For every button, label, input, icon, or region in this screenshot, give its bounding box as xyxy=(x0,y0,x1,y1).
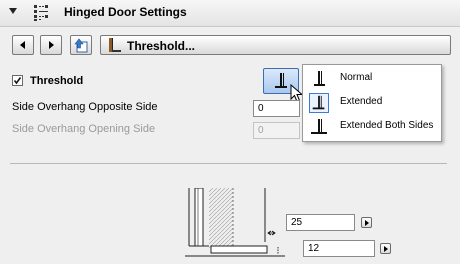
field-label-opening: Side Overhang Opening Side xyxy=(12,123,156,135)
menu-item-extended[interactable]: Extended xyxy=(303,91,441,115)
next-page-button[interactable] xyxy=(40,35,62,55)
page-list-button[interactable] xyxy=(70,35,92,55)
menu-item-label: Extended Both Sides xyxy=(340,120,434,131)
threshold-type-menu: Normal Extended Extended Both Sides xyxy=(302,64,442,142)
field-label-opposite: Side Overhang Opposite Side xyxy=(12,101,158,113)
panel-title: Threshold... xyxy=(127,39,196,53)
threshold-normal-icon xyxy=(314,71,325,86)
threshold-width-input[interactable]: 25 xyxy=(286,214,355,231)
settings-title: Hinged Door Settings xyxy=(64,5,187,19)
menu-item-extended-both[interactable]: Extended Both Sides xyxy=(303,115,441,139)
overhang-opening-input: 0 xyxy=(253,122,300,139)
menu-item-label: Extended xyxy=(340,96,383,107)
threshold-extended-both-icon xyxy=(311,119,327,134)
threshold-height-input[interactable]: 12 xyxy=(303,240,375,257)
arrow-right-icon xyxy=(49,41,54,49)
threshold-extended-icon xyxy=(309,93,329,113)
menu-item-normal[interactable]: Normal xyxy=(303,67,441,91)
threshold-normal-icon xyxy=(275,73,287,88)
width-stepper-button[interactable] xyxy=(361,217,372,228)
panel-select-button[interactable]: Threshold... xyxy=(100,35,451,55)
threshold-section-diagram xyxy=(185,188,285,257)
settings-list-icon xyxy=(34,5,48,21)
collapse-arrow-icon[interactable] xyxy=(9,8,17,14)
previous-page-button[interactable] xyxy=(12,35,34,55)
arrow-left-icon xyxy=(20,41,25,49)
overhang-opposite-input[interactable]: 0 xyxy=(253,100,300,117)
section-divider xyxy=(10,163,447,164)
threshold-label: Threshold xyxy=(30,75,84,87)
height-stepper-button[interactable] xyxy=(380,243,391,254)
menu-item-label: Normal xyxy=(340,72,373,83)
checkmark-icon xyxy=(13,77,22,85)
threshold-checkbox[interactable] xyxy=(12,75,23,86)
up-arrow-page-icon xyxy=(74,38,88,53)
door-threshold-icon xyxy=(109,38,121,52)
